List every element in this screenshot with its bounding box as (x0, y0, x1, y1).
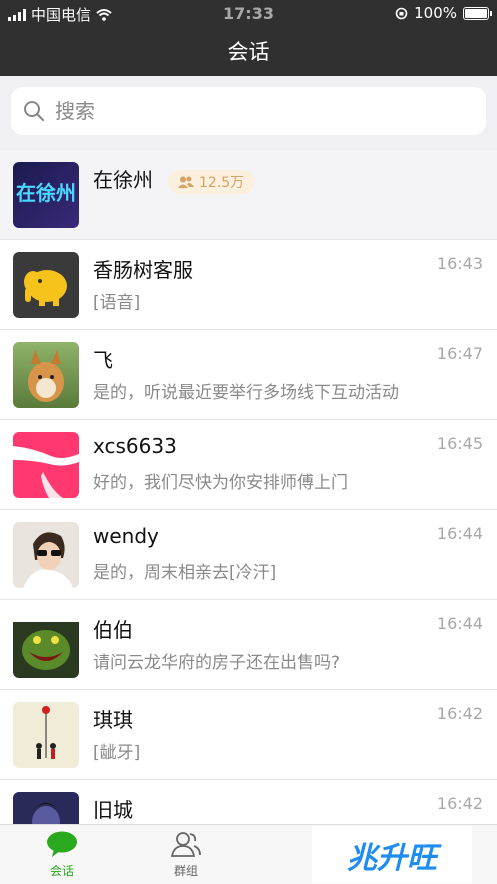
contact-name: 琪琪 (93, 708, 133, 732)
member-count: 12.5万 (199, 175, 245, 191)
avatar (13, 522, 79, 588)
tab-groups[interactable]: 群组 (141, 831, 231, 879)
message-time: 16:42 (436, 794, 483, 813)
chat-bubble-icon (47, 831, 77, 857)
avatar: 在徐州 (13, 162, 79, 228)
page-title: 会话 (227, 40, 270, 64)
dog-photo (28, 350, 64, 402)
message-preview: [龇牙] (93, 743, 141, 763)
message-time: 16:47 (436, 344, 483, 363)
conversation-row[interactable]: 琪琪 [龇牙] 16:42 (0, 690, 497, 780)
conversation-row[interactable]: 飞 是的，听说最近要举行多场线下互动活动 16:47 (0, 330, 497, 420)
member-count-badge: 12.5万 (168, 170, 255, 194)
avatar (13, 252, 79, 318)
search-input[interactable] (53, 98, 457, 124)
message-time: 16:45 (436, 434, 483, 453)
watermark: 兆升旺 (312, 826, 472, 883)
illustration-photo (36, 706, 56, 759)
battery-percent: 100% (414, 4, 457, 22)
status-bar: 中国电信 17:33 100% (0, 0, 497, 26)
message-preview: 是的，听说最近要举行多场线下互动活动 (93, 383, 399, 403)
tab-conversations[interactable]: 会话 (17, 831, 107, 879)
conversation-row[interactable]: 香肠树客服 [语音] 16:43 (0, 240, 497, 330)
contact-name: 伯伯 (93, 618, 133, 642)
tab-label: 群组 (173, 864, 198, 878)
city-logo-icon: 在徐州 (16, 181, 76, 205)
contact-name: 旧城 (93, 798, 133, 822)
message-time: 16:43 (436, 254, 483, 273)
battery-icon (463, 6, 492, 20)
orientation-lock-icon (395, 7, 408, 19)
tab-label: 会话 (49, 864, 74, 878)
person-photo (31, 803, 61, 824)
monster-photo (13, 622, 79, 678)
conversation-row[interactable]: 旧城 16:42 (0, 780, 497, 824)
person-photo (23, 532, 73, 588)
nav-bar: 会话 (0, 26, 497, 76)
search-box[interactable] (11, 87, 486, 135)
conversation-row[interactable]: 伯伯 请问云龙华府的房子还在出售吗? 16:44 (0, 600, 497, 690)
message-time: 16:44 (436, 614, 483, 633)
avatar (13, 342, 79, 408)
message-preview: 请问云龙华府的房子还在出售吗? (93, 653, 341, 673)
hand-logo-icon (13, 446, 79, 498)
group-icon (170, 832, 201, 857)
message-preview: [语音] (93, 293, 141, 313)
members-icon (178, 176, 194, 188)
contact-name: wendy (93, 524, 159, 548)
message-preview: 是的，周末相亲去[冷汗] (93, 563, 277, 583)
contact-name: 香肠树客服 (93, 258, 193, 282)
conversation-row[interactable]: xcs6633 好的，我们尽快为你安排师傅上门 16:45 (0, 420, 497, 510)
search-area (0, 76, 497, 150)
elephant-logo-icon (24, 270, 67, 306)
status-right: 100% (395, 4, 492, 22)
message-time: 16:42 (436, 704, 483, 723)
avatar (13, 792, 79, 824)
conversation-row[interactable]: wendy 是的，周末相亲去[冷汗] 16:44 (0, 510, 497, 600)
svg-text:在徐州: 在徐州 (16, 181, 76, 205)
avatar (13, 432, 79, 498)
avatar (13, 702, 79, 768)
contact-name: 飞 (93, 348, 113, 372)
conversation-list: 在徐州 在徐州 12.5万 香肠树客服 [语音] 16:43 飞 是的，听说最近… (0, 150, 497, 824)
message-preview: 好的，我们尽快为你安排师傅上门 (93, 473, 348, 493)
contact-name: xcs6633 (93, 434, 177, 458)
search-icon (24, 101, 45, 122)
avatar (13, 612, 79, 678)
pinned-group-name: 在徐州 (93, 168, 153, 192)
message-time: 16:44 (436, 524, 483, 543)
pinned-group-row[interactable]: 在徐州 在徐州 12.5万 (0, 150, 497, 240)
